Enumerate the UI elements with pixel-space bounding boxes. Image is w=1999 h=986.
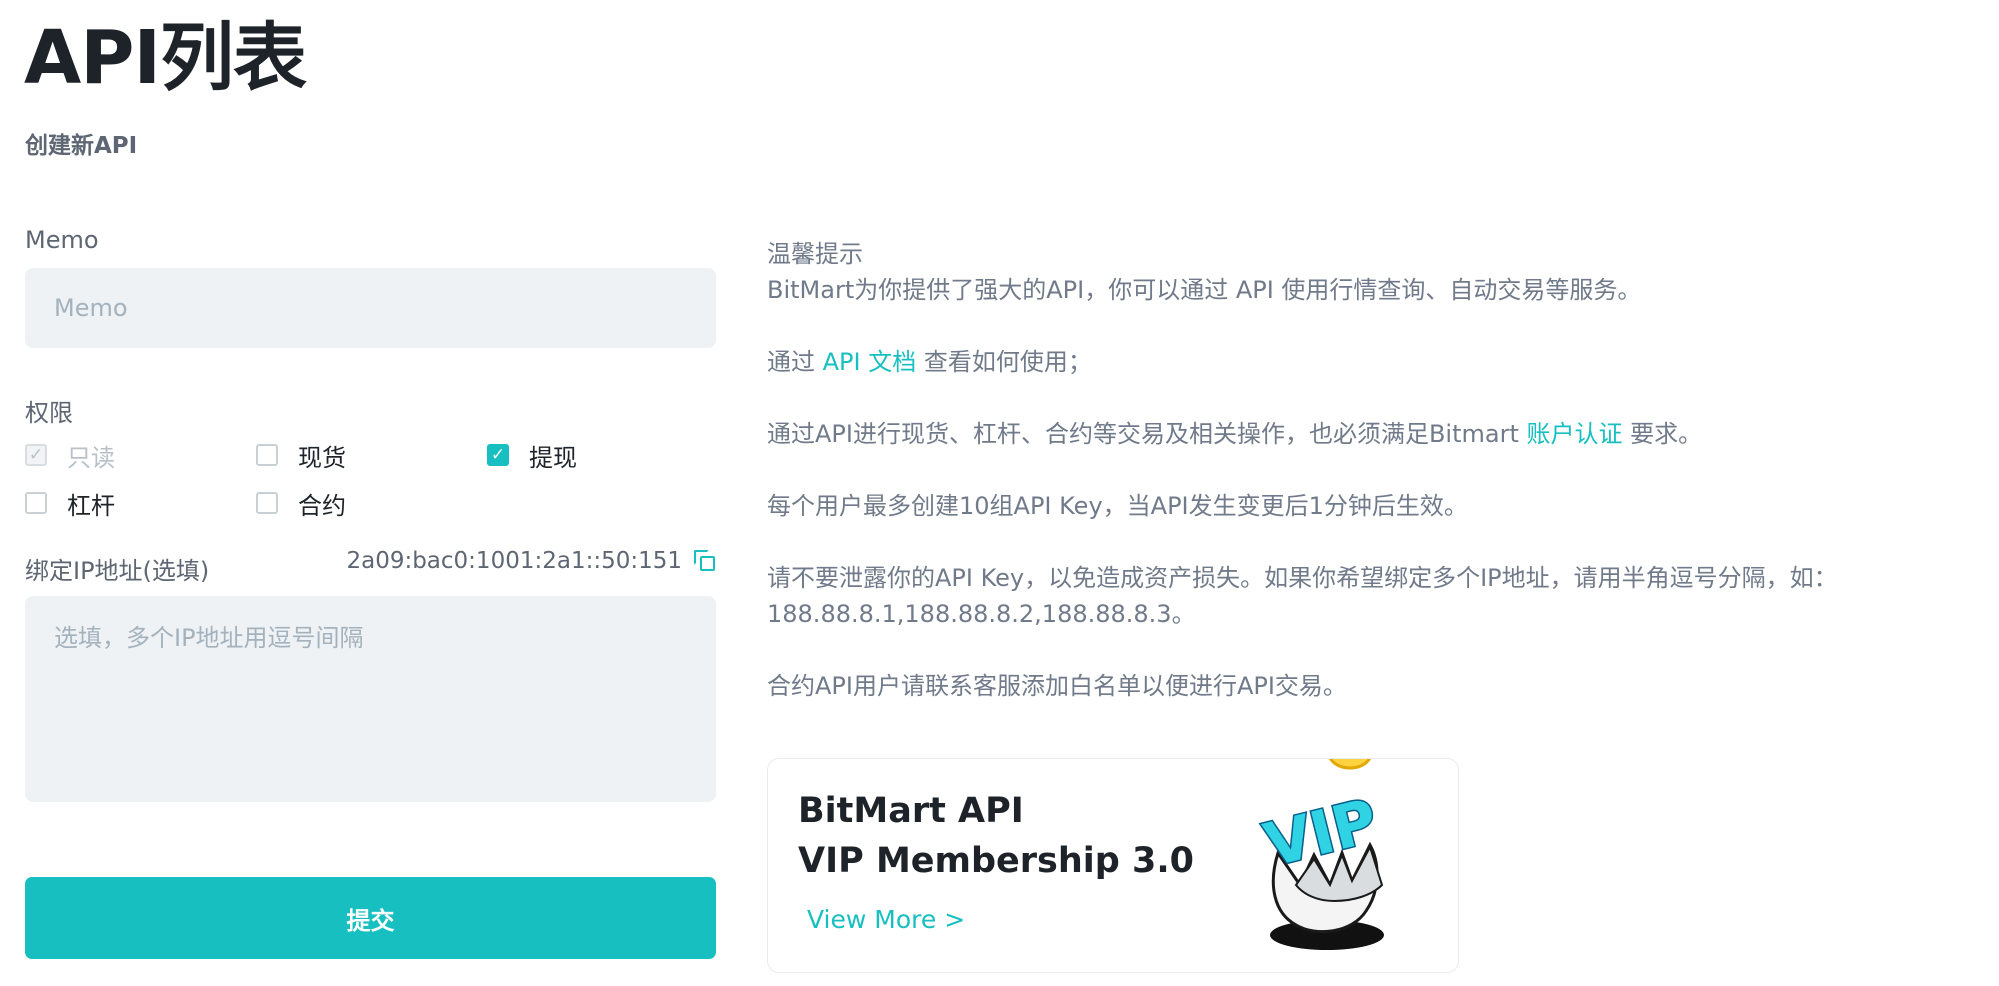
vip-badge-icon: VIP — [1257, 759, 1386, 950]
current-ip-value: 2a09:bac0:1001:2a1::50:151 — [346, 548, 682, 574]
checkbox-unchecked[interactable] — [25, 492, 47, 514]
tips-line-5b: 188.88.8.1,188.88.8.2,188.88.8.3。 — [767, 600, 1196, 628]
ip-address-input[interactable] — [25, 596, 716, 802]
permission-spot-label: 现货 — [298, 443, 346, 472]
tips-line-2-suffix: 查看如何使用； — [916, 348, 1092, 376]
permission-spot[interactable]: 现货 — [256, 438, 346, 472]
tips-line-3-suffix: 要求。 — [1622, 420, 1703, 448]
ip-binding-label: 绑定IP地址(选填) — [25, 557, 210, 585]
permissions-label: 权限 — [25, 399, 73, 427]
tips-line-6: 合约API用户请联系客服添加白名单以便进行API交易。 — [767, 672, 1347, 700]
current-ip-row: 2a09:bac0:1001:2a1::50:151 — [340, 548, 716, 574]
checkbox-checked-disabled: ✓ — [25, 444, 47, 466]
submit-button[interactable]: 提交 — [25, 877, 716, 959]
page-title: API列表 — [24, 15, 307, 101]
view-more-link[interactable]: View More > — [807, 905, 965, 934]
copy-icon[interactable] — [694, 550, 716, 572]
memo-input[interactable] — [25, 268, 716, 348]
permission-futures-label: 合约 — [298, 491, 346, 520]
vip-promo-card[interactable]: BitMart API VIP Membership 3.0 View More… — [767, 758, 1459, 973]
permission-withdraw-label: 提现 — [529, 443, 577, 472]
checkbox-checked[interactable]: ✓ — [487, 444, 509, 466]
permission-readonly: ✓ 只读 — [25, 438, 115, 472]
permission-futures[interactable]: 合约 — [256, 486, 346, 520]
permission-readonly-label: 只读 — [67, 443, 115, 472]
permission-margin-label: 杠杆 — [67, 491, 115, 520]
checkbox-unchecked[interactable] — [256, 492, 278, 514]
tips-line-1: BitMart为你提供了强大的API，你可以通过 API 使用行情查询、自动交易… — [767, 276, 1642, 304]
tips-line-5: 请不要泄露你的API Key，以免造成资产损失。如果你希望绑定多个IP地址，请用… — [767, 560, 1967, 632]
tips-panel: 温馨提示 BitMart为你提供了强大的API，你可以通过 API 使用行情查询… — [767, 236, 1967, 740]
tips-line-3: 通过API进行现货、杠杆、合约等交易及相关操作，也必须满足Bitmart 账户认… — [767, 416, 1967, 452]
account-verification-link[interactable]: 账户认证 — [1527, 420, 1623, 448]
permission-withdraw[interactable]: ✓ 提现 — [487, 438, 577, 472]
tips-line-2: 通过 API 文档 查看如何使用； — [767, 344, 1967, 380]
memo-label: Memo — [25, 226, 99, 254]
api-docs-link[interactable]: API 文档 — [823, 348, 917, 376]
permission-margin[interactable]: 杠杆 — [25, 486, 115, 520]
tips-line-5a: 请不要泄露你的API Key，以免造成资产损失。如果你希望绑定多个IP地址，请用… — [767, 564, 1838, 592]
create-api-subtitle: 创建新API — [25, 133, 138, 159]
tips-line-2-prefix: 通过 — [767, 348, 823, 376]
vip-card-title-line-1: BitMart API — [798, 791, 1024, 831]
vip-card-title-line-2: VIP Membership 3.0 — [798, 841, 1195, 881]
tips-line-4: 每个用户最多创建10组API Key，当API发生变更后1分钟后生效。 — [767, 492, 1468, 520]
tips-line-3-prefix: 通过API进行现货、杠杆、合约等交易及相关操作，也必须满足Bitmart — [767, 420, 1527, 448]
checkbox-unchecked[interactable] — [256, 444, 278, 466]
tips-title: 温馨提示 — [767, 240, 863, 268]
